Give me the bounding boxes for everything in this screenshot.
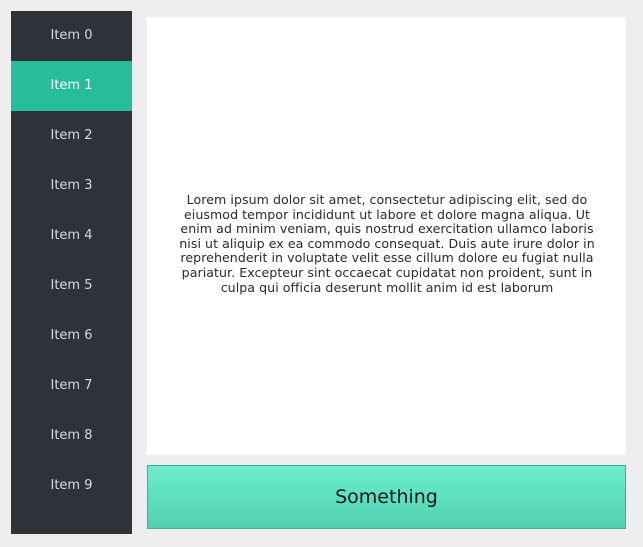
something-button[interactable]: Something <box>147 465 626 529</box>
sidebar: Item 0 Item 1 Item 2 Item 3 Item 4 Item 5 Item… <box>11 11 132 534</box>
sidebar-item-label: Item 3 <box>50 178 93 193</box>
sidebar-item-label: Item 0 <box>50 28 93 43</box>
sidebar-item-2[interactable]: Item 2 <box>11 111 132 161</box>
sidebar-item-label: Item 2 <box>50 128 93 143</box>
sidebar-item-label: Item 5 <box>50 278 93 293</box>
sidebar-item-3[interactable]: Item 3 <box>11 161 132 211</box>
sidebar-item-label: Item 9 <box>50 478 93 493</box>
sidebar-item-9[interactable]: Item 9 <box>11 461 132 511</box>
sidebar-item-label: Item 6 <box>50 328 93 343</box>
sidebar-item-8[interactable]: Item 8 <box>11 411 132 461</box>
sidebar-item-label: Item 7 <box>50 378 93 393</box>
sidebar-item-1[interactable]: Item 1 <box>11 61 132 111</box>
sidebar-item-7[interactable]: Item 7 <box>11 361 132 411</box>
something-button-label: Something <box>335 486 438 508</box>
sidebar-item-6[interactable]: Item 6 <box>11 311 132 361</box>
app-window: Item 0 Item 1 Item 2 Item 3 Item 4 Item 5 Item… <box>0 0 643 547</box>
sidebar-item-0[interactable]: Item 0 <box>11 11 132 61</box>
content-paragraph: Lorem ipsum dolor sit amet, consectetur … <box>179 192 595 295</box>
sidebar-item-4[interactable]: Item 4 <box>11 211 132 261</box>
sidebar-item-label: Item 1 <box>50 78 93 93</box>
content-panel: Lorem ipsum dolor sit amet, consectetur … <box>147 17 626 455</box>
sidebar-item-label: Item 4 <box>50 228 93 243</box>
sidebar-item-label: Item 8 <box>50 428 93 443</box>
sidebar-item-5[interactable]: Item 5 <box>11 261 132 311</box>
